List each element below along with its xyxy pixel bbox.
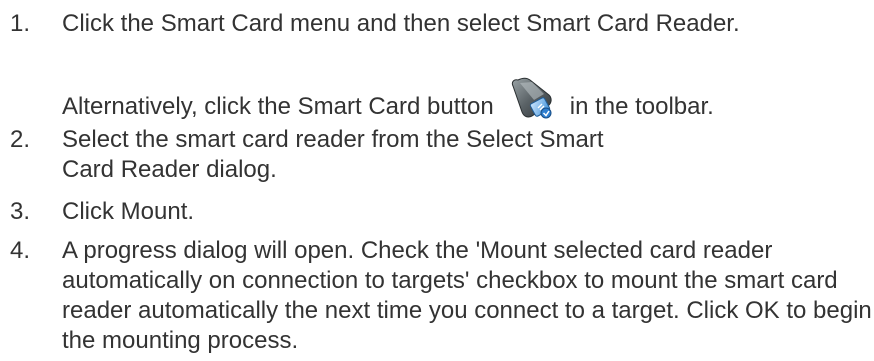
step-number: 4. bbox=[10, 237, 31, 264]
alternative-line: Alternatively, click the Smart Card butt… bbox=[62, 76, 714, 122]
step-number: 3. bbox=[10, 198, 31, 225]
smart-card-reader-icon bbox=[508, 76, 558, 122]
step-number: 2. bbox=[10, 126, 31, 153]
step-text: Click Mount. bbox=[62, 198, 195, 225]
step-text: Select the smart card reader from the Se… bbox=[62, 126, 604, 183]
alternative-suffix: in the toolbar. bbox=[569, 93, 714, 120]
step-1-alternative: Alternatively, click the Smart Card butt… bbox=[0, 62, 874, 120]
step-text: A progress dialog will open. Check the '… bbox=[62, 237, 872, 354]
step-number: 1. bbox=[10, 10, 31, 37]
alternative-text: Alternatively, click the Smart Card butt… bbox=[62, 93, 494, 120]
step-text: Click the Smart Card menu and then selec… bbox=[62, 10, 740, 37]
